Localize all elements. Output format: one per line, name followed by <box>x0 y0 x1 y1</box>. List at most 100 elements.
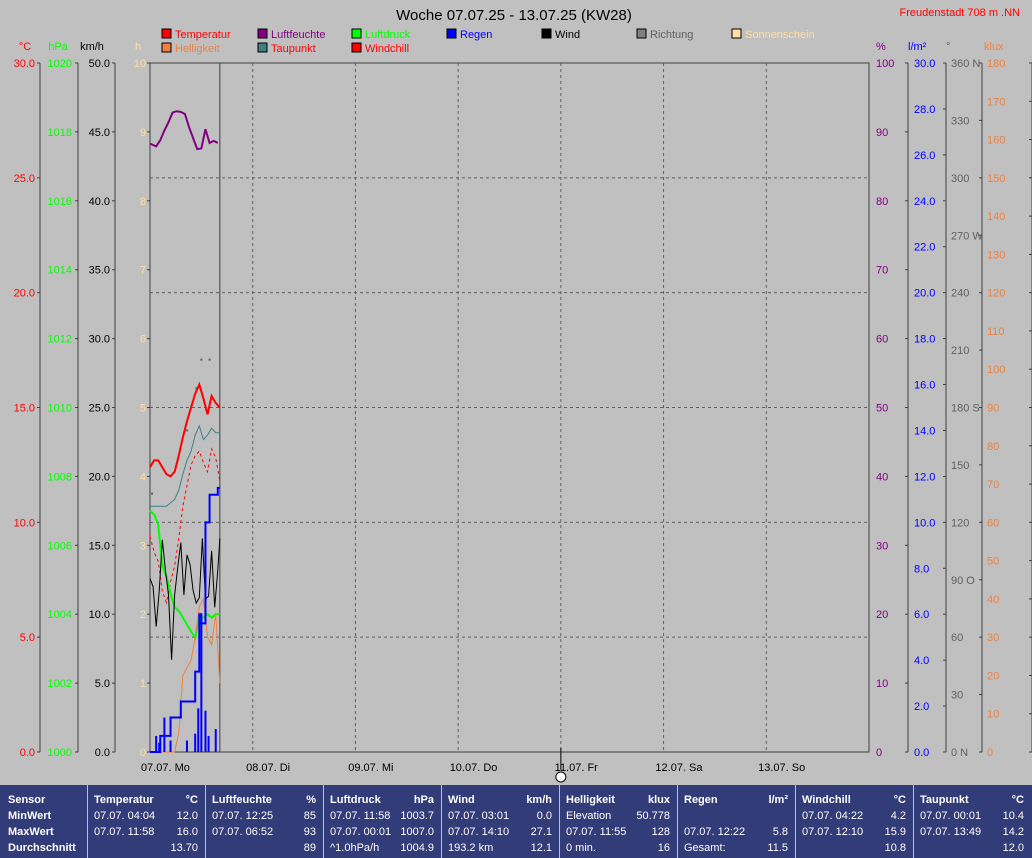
stats-column-name: Taupunkt <box>920 794 969 806</box>
axis-tick-label: 300 <box>951 173 969 185</box>
axis-tick-label: 1012 <box>48 334 72 346</box>
axis-tick-label: 8.0 <box>914 563 929 575</box>
stats-cell-label: 07.07. 00:01 <box>920 810 982 822</box>
stats-cell-label: 07.07. 12:22 <box>684 826 746 838</box>
plot-area <box>149 62 870 753</box>
axis-tick-label: 80 <box>987 441 999 453</box>
stats-cell-value: 12.1 <box>530 842 552 854</box>
axis-tick-label: 30 <box>951 690 963 702</box>
axis-tick-label: 25.0 <box>89 403 110 415</box>
x-tick-label: 10.07. Do <box>450 762 498 774</box>
rain-bar <box>185 740 188 752</box>
stats-cell-label: 07.07. 11:58 <box>94 826 155 838</box>
direction-point <box>185 429 188 432</box>
axis-tick-label: 270 W <box>951 230 983 242</box>
axis-tick-label: 24.0 <box>914 196 935 208</box>
rain-bar <box>169 740 172 752</box>
legend-label: Luftfeuchte <box>271 29 325 41</box>
legend-swatch <box>351 28 362 39</box>
stats-column: Regen l/m² 07.07. 12:22 5.8 Gesamt: 11.5 <box>678 785 796 858</box>
axis-tick-label: 10.0 <box>914 517 935 529</box>
stats-cell-value: 0.0 <box>536 810 552 822</box>
axis-tick-label: 1 <box>140 678 146 690</box>
axis-tick-label: 50 <box>987 556 999 568</box>
legend-label: Wind <box>555 29 580 41</box>
axis-tick-label: 20 <box>876 609 888 621</box>
axis-unit: h <box>135 41 141 53</box>
stats-cell-value: 13.70 <box>170 842 198 854</box>
axis-tick-label: 1008 <box>48 471 72 483</box>
legend-label: Windchill <box>365 43 409 55</box>
axis-tick-label: 0.0 <box>95 747 110 759</box>
stats-cell-label: 07.07. 11:55 <box>566 826 627 838</box>
stats-cell-value: 1003.7 <box>400 810 434 822</box>
stats-sensor-column: Sensor MinWert MaxWert Durchschnitt <box>0 785 88 858</box>
stats-column-unit: hPa <box>413 794 434 806</box>
stats-cell-value: 128 <box>651 826 670 838</box>
rain-bar <box>194 733 197 752</box>
axis-tick-label: 130 <box>987 249 1005 261</box>
cursor-handle <box>555 771 567 783</box>
axis-tick-label: 160 <box>987 135 1005 147</box>
stats-column: Taupunkt °C 07.07. 00:01 10.4 07.07. 13:49 14… <box>914 785 1032 858</box>
axis-unit: °C <box>19 41 31 53</box>
stats-cell-label: Elevation <box>566 810 612 822</box>
stats-column-unit: °C <box>185 794 198 806</box>
axis-unit: klux <box>984 41 1004 53</box>
axis-tick-label: 4.0 <box>914 655 929 667</box>
rain-bar <box>200 618 203 752</box>
axis-tick-label: 6.0 <box>914 609 929 621</box>
legend-label: Regen <box>460 29 492 41</box>
stats-column-unit: °C <box>1011 794 1024 806</box>
axis-tick-label: 9 <box>140 127 146 139</box>
x-tick-label: 12.07. Sa <box>655 762 703 774</box>
legend-swatch <box>351 42 362 53</box>
rain-bar <box>214 729 217 752</box>
axis-tick-label: 3 <box>140 540 146 552</box>
axis-tick-label: 120 <box>987 288 1005 300</box>
axis-tick-label: 1006 <box>48 540 72 552</box>
axis-tick-label: 10.0 <box>14 517 35 529</box>
axis-tick-label: 10 <box>876 678 888 690</box>
x-axis: 07.07. Mo 08.07. Di 09.07. Mi 10.07. Do 11.0… <box>141 748 805 783</box>
x-tick-label: 07.07. Mo <box>141 762 190 774</box>
axis-tick-label: 1018 <box>48 127 72 139</box>
stats-cell-label: Gesamt: <box>684 842 726 854</box>
stats-cell-value: 50.778 <box>636 810 670 822</box>
axis-tick-label: 10.0 <box>89 609 110 621</box>
axis-tick-label: 80 <box>876 196 888 208</box>
stats-cell-label: 07.07. 04:04 <box>94 810 156 822</box>
grid <box>150 63 869 752</box>
legend-label: Sonnenschein <box>745 29 815 41</box>
stats-cell-value: 14.2 <box>1002 826 1024 838</box>
stats-column-unit: % <box>306 794 316 806</box>
axis-tick-label: 15.0 <box>14 403 35 415</box>
direction-point <box>151 492 154 495</box>
rain-bar <box>204 710 207 752</box>
axis-unit: l/m² <box>908 41 927 53</box>
series-temperatur <box>149 381 221 478</box>
axis-tick-label: 0 <box>140 747 146 759</box>
stats-column-name: Regen <box>684 794 718 806</box>
axis-tick-label: 90 <box>987 403 999 415</box>
rain-bar <box>207 735 210 752</box>
stats-column-name: Wind <box>448 794 475 806</box>
axis-tick-label: 5 <box>140 403 146 415</box>
axis-tick-label: 20.0 <box>89 471 110 483</box>
stats-cell-value: 11.5 <box>767 842 788 854</box>
axis-tick-label: 330 <box>951 115 969 127</box>
stats-row-label: MinWert <box>8 810 52 822</box>
plot-series <box>149 110 221 753</box>
x-tick-label: 09.07. Mi <box>348 762 393 774</box>
stats-cell-value: 16 <box>657 842 670 854</box>
axis-tick-label: 10 <box>987 709 999 721</box>
axis-tick-label: 14.0 <box>914 425 935 437</box>
axis-tick-label: 30.0 <box>89 334 110 346</box>
axis-tick-label: 2 <box>140 609 146 621</box>
axis-tick-label: 18.0 <box>914 334 935 346</box>
stats-cell-value: 85 <box>303 810 316 822</box>
axis-tick-label: 28.0 <box>914 104 935 116</box>
legend-swatch <box>161 42 172 53</box>
stats-column-name: Luftdruck <box>330 794 381 806</box>
stats-row-label: MaxWert <box>8 826 54 838</box>
